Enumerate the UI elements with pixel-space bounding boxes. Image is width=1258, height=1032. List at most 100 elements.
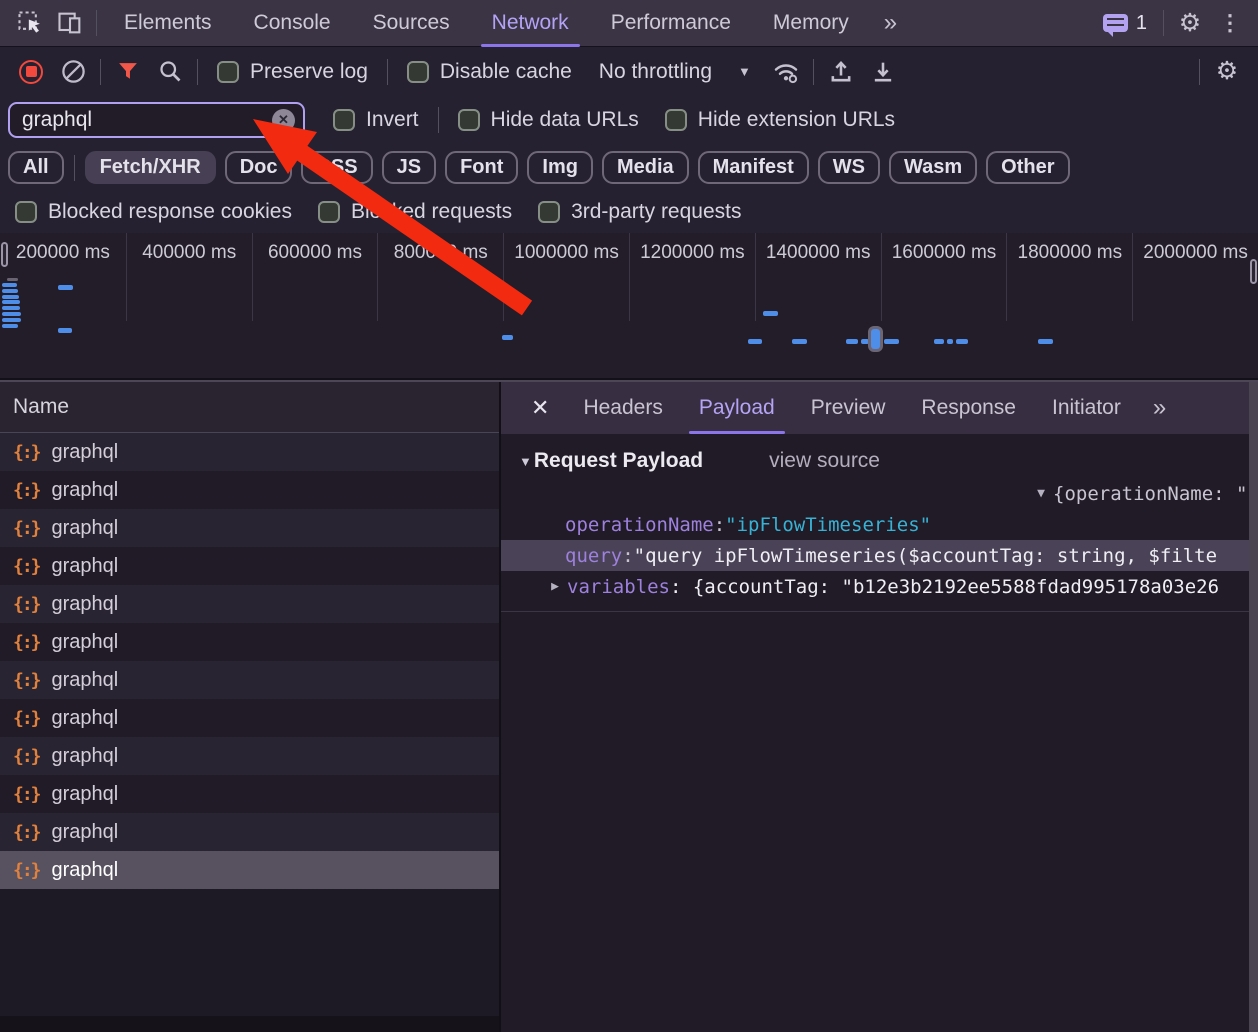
chevron-down-icon: ▼ <box>738 64 751 79</box>
timeline-scroll-handle-right[interactable] <box>1250 259 1257 284</box>
name-column-header[interactable]: Name <box>0 382 499 433</box>
tab-console[interactable]: Console <box>233 0 352 47</box>
divider <box>501 611 1258 612</box>
request-row[interactable]: {:}graphql <box>0 585 499 623</box>
payload-query-line[interactable]: query: "query ipFlowTimeseries($accountT… <box>501 540 1258 571</box>
more-detail-tabs-icon[interactable]: » <box>1139 394 1178 422</box>
tab-performance[interactable]: Performance <box>590 0 752 47</box>
tab-response[interactable]: Response <box>903 382 1034 434</box>
record-network-log-button[interactable] <box>10 51 52 93</box>
json-file-icon: {:} <box>13 480 40 501</box>
triangle-right-icon: ▶ <box>543 579 567 594</box>
tab-elements[interactable]: Elements <box>103 0 233 47</box>
tab-sources[interactable]: Sources <box>352 0 471 47</box>
blocked-response-cookies-checkbox[interactable]: Blocked response cookies <box>15 200 292 224</box>
checkbox[interactable] <box>318 201 340 223</box>
request-row[interactable]: {:}graphql <box>0 737 499 775</box>
issues-icon[interactable] <box>1103 14 1128 32</box>
chip-media[interactable]: Media <box>602 151 689 184</box>
tab-headers[interactable]: Headers <box>565 382 680 434</box>
request-row[interactable]: {:}graphql <box>0 509 499 547</box>
kebab-menu-icon[interactable]: ⋮ <box>1210 0 1250 47</box>
filter-input[interactable] <box>22 108 272 132</box>
checkbox[interactable] <box>407 61 429 83</box>
timeline-tick: 800000 ms <box>377 233 503 321</box>
network-overview-timeline[interactable]: 200000 ms 400000 ms 600000 ms 800000 ms … <box>0 233 1258 380</box>
chip-manifest[interactable]: Manifest <box>698 151 809 184</box>
tab-initiator[interactable]: Initiator <box>1034 382 1139 434</box>
blocked-requests-checkbox[interactable]: Blocked requests <box>318 200 512 224</box>
payload-operation-name-line[interactable]: operationName: "ipFlowTimeseries" <box>501 509 1258 540</box>
request-row-selected[interactable]: {:}graphql <box>0 851 499 889</box>
checkbox[interactable] <box>538 201 560 223</box>
inspect-element-icon[interactable] <box>10 0 50 47</box>
payload-preview-line[interactable]: ▼ {operationName: "ipFlowTimeseries", va… <box>501 478 1258 509</box>
tab-network[interactable]: Network <box>471 0 590 47</box>
request-row[interactable]: {:}graphql <box>0 699 499 737</box>
checkbox[interactable] <box>333 109 355 131</box>
json-file-icon: {:} <box>13 594 40 615</box>
divider <box>813 59 814 85</box>
clear-network-log-button[interactable] <box>52 51 94 93</box>
timeline-bar <box>2 295 19 299</box>
payload-variables-line[interactable]: ▶ variables: {accountTag: "b12e3b2192ee5… <box>501 571 1258 602</box>
chip-font[interactable]: Font <box>445 151 518 184</box>
checkbox[interactable] <box>217 61 239 83</box>
chip-fetch-xhr[interactable]: Fetch/XHR <box>85 151 216 184</box>
export-har-icon[interactable] <box>862 51 904 93</box>
chip-doc[interactable]: Doc <box>225 151 293 184</box>
request-row[interactable]: {:}graphql <box>0 623 499 661</box>
timeline-bar <box>748 339 762 344</box>
hide-extension-urls-checkbox[interactable]: Hide extension URLs <box>665 108 895 132</box>
preserve-log-checkbox[interactable]: Preserve log <box>217 60 368 84</box>
search-icon[interactable] <box>149 51 191 93</box>
chip-ws[interactable]: WS <box>818 151 880 184</box>
timeline-bar <box>792 339 807 344</box>
timeline-bar <box>861 339 869 344</box>
third-party-requests-checkbox[interactable]: 3rd-party requests <box>538 200 741 224</box>
checkbox[interactable] <box>665 109 687 131</box>
chip-css[interactable]: CSS <box>301 151 372 184</box>
view-source-link[interactable]: view source <box>769 449 880 473</box>
tab-memory[interactable]: Memory <box>752 0 870 47</box>
disable-cache-checkbox[interactable]: Disable cache <box>407 60 572 84</box>
checkbox[interactable] <box>458 109 480 131</box>
network-settings-gear-icon[interactable]: ⚙ <box>1206 51 1248 93</box>
timeline-bar <box>884 339 899 344</box>
request-payload-section[interactable]: ▼ Request Payload view source <box>501 444 1258 478</box>
request-row[interactable]: {:}graphql <box>0 661 499 699</box>
chip-img[interactable]: Img <box>527 151 593 184</box>
horizontal-scrollbar-area[interactable] <box>0 1016 499 1032</box>
invert-checkbox[interactable]: Invert <box>333 108 419 132</box>
import-har-icon[interactable] <box>820 51 862 93</box>
network-conditions-icon[interactable] <box>765 51 807 93</box>
chip-other[interactable]: Other <box>986 151 1069 184</box>
chip-js[interactable]: JS <box>382 151 436 184</box>
more-tabs-icon[interactable]: » <box>870 9 909 37</box>
timeline-bar <box>2 306 20 310</box>
divider <box>74 155 75 181</box>
checkbox[interactable] <box>15 201 37 223</box>
tab-preview[interactable]: Preview <box>793 382 904 434</box>
clear-filter-icon[interactable]: ✕ <box>272 109 295 132</box>
request-row[interactable]: {:}graphql <box>0 433 499 471</box>
timeline-scroll-handle-left[interactable] <box>1 242 8 267</box>
throttling-dropdown[interactable]: No throttling ▼ <box>599 60 751 84</box>
timeline-tick: 2000000 ms <box>1132 233 1258 321</box>
hide-data-urls-checkbox[interactable]: Hide data URLs <box>458 108 639 132</box>
device-toolbar-icon[interactable] <box>50 0 90 47</box>
request-row[interactable]: {:}graphql <box>0 471 499 509</box>
timeline-bar <box>947 339 953 344</box>
filter-icon[interactable] <box>107 51 149 93</box>
chip-all[interactable]: All <box>8 151 64 184</box>
request-row[interactable]: {:}graphql <box>0 775 499 813</box>
settings-gear-icon[interactable]: ⚙ <box>1170 0 1210 47</box>
timeline-tick: 400000 ms <box>126 233 252 321</box>
close-icon[interactable]: ✕ <box>515 395 565 421</box>
request-row[interactable]: {:}graphql <box>0 813 499 851</box>
filter-input-box[interactable]: ✕ <box>8 102 305 138</box>
tab-payload[interactable]: Payload <box>681 382 793 434</box>
request-row[interactable]: {:}graphql <box>0 547 499 585</box>
vertical-scrollbar[interactable] <box>1249 382 1258 1032</box>
chip-wasm[interactable]: Wasm <box>889 151 977 184</box>
